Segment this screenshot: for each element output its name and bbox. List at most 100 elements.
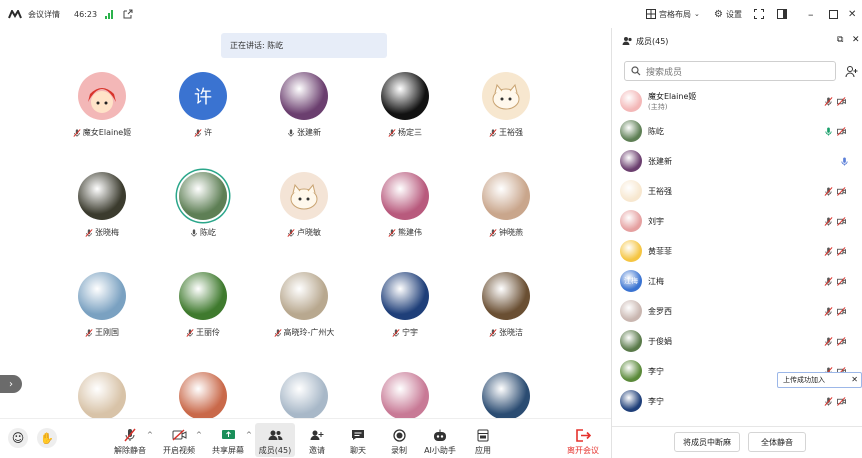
meeting-timer: 46:23	[74, 9, 98, 19]
panel-header: 成员(45) ⧉ ✕	[612, 28, 862, 54]
avatar	[381, 72, 429, 120]
participant-tile[interactable]: 王刚国	[52, 262, 152, 362]
participant-name-row: 卢晓敏	[254, 227, 354, 238]
member-row[interactable]: 李宁	[612, 386, 862, 416]
participant-tile[interactable]: 熊建伟	[355, 162, 455, 262]
participant-tile[interactable]: 王丽伶	[153, 262, 253, 362]
close-icon: ✕	[848, 8, 857, 20]
member-row[interactable]: 金罗西	[612, 296, 862, 326]
mic-off-icon	[194, 128, 202, 137]
member-row[interactable]: 黄菲菲	[612, 236, 862, 266]
upload-toast: 上传成功加入 ✕	[777, 372, 862, 388]
member-name: 李宁	[648, 397, 664, 406]
maximize-button[interactable]	[829, 8, 838, 20]
participant-tile[interactable]: 张晓洁	[456, 262, 556, 362]
settings-button[interactable]: ⚙ 设置	[714, 8, 742, 20]
grid-layout-icon	[646, 9, 656, 19]
member-name: 李宁	[648, 367, 664, 376]
record-label: 录制	[391, 446, 407, 455]
participant-tile[interactable]: 高晓玲-广州大	[254, 262, 354, 362]
participant-tile[interactable]: 卢晓敏	[254, 162, 354, 262]
minimize-icon: –	[808, 7, 814, 21]
participant-tile[interactable]: 宁宇	[355, 262, 455, 362]
member-name: 于俊娟	[648, 337, 672, 346]
meeting-info-link[interactable]: 会议详情	[28, 9, 60, 20]
mic-off-icon	[489, 328, 497, 337]
ai-label: AI小助手	[424, 446, 456, 455]
add-user-icon[interactable]	[845, 65, 858, 78]
mic-off-icon	[85, 228, 93, 237]
member-row[interactable]: 于俊娟	[612, 326, 862, 356]
emoji-button[interactable]: ☺	[8, 428, 28, 448]
apps-button[interactable]: 应用	[467, 423, 499, 457]
avatar	[179, 172, 227, 220]
avatar: 许	[179, 72, 227, 120]
invite-label: 邀请	[309, 446, 325, 455]
participant-tile[interactable]: 许许	[153, 62, 253, 162]
member-row[interactable]: 江梅 江梅	[612, 266, 862, 296]
member-name: 魔女Elaine姬	[648, 92, 697, 101]
participant-tile[interactable]: 王裕强	[456, 62, 556, 162]
participant-tile[interactable]: 张晓梅	[52, 162, 152, 262]
close-icon[interactable]: ✕	[852, 35, 860, 45]
participant-name: 王刚国	[95, 328, 119, 337]
member-row[interactable]: 魔女Elaine姬 (主持)	[612, 86, 862, 116]
member-row[interactable]: 张建新	[612, 146, 862, 176]
layout-label: 宫格布局	[659, 9, 691, 19]
mic-off-icon	[85, 328, 93, 337]
members-label: 成员(45)	[258, 446, 292, 455]
participant-tile[interactable]	[153, 362, 253, 418]
collapse-toggle[interactable]: ›	[0, 375, 22, 393]
share-screen-icon	[220, 427, 236, 443]
close-icon[interactable]: ✕	[851, 375, 858, 384]
participant-tile[interactable]	[254, 362, 354, 418]
search-input[interactable]: 搜索成员	[646, 65, 682, 78]
chat-button[interactable]: 聊天	[342, 423, 374, 457]
panel-footer: 将成员中断麻 全体静音	[612, 426, 862, 458]
chevron-up-icon[interactable]: ^	[147, 431, 153, 439]
external-link-icon[interactable]	[123, 9, 133, 19]
raise-hand-button[interactable]: ✋	[37, 428, 57, 448]
mic-off-icon	[73, 128, 81, 137]
ai-assistant-button[interactable]: AI小助手	[420, 423, 460, 457]
member-row[interactable]: 王裕强	[612, 176, 862, 206]
speaking-indicator: 正在讲话: 陈屹	[221, 33, 387, 58]
sidebar-icon	[777, 9, 787, 19]
mic-icon	[191, 228, 197, 237]
share-screen-button[interactable]: 共享屏幕	[210, 423, 246, 457]
member-role: (主持)	[648, 103, 668, 111]
video-button[interactable]: 开启视频	[161, 423, 197, 457]
ai-robot-icon	[432, 427, 448, 443]
leave-meeting-button[interactable]: 离开会议	[563, 423, 603, 457]
minimize-button[interactable]: –	[808, 7, 814, 21]
participant-tile[interactable]: 张建新	[254, 62, 354, 162]
participant-tile[interactable]: 陈屹	[153, 162, 253, 262]
chevron-up-icon[interactable]: ^	[246, 431, 252, 439]
close-button[interactable]: ✕	[848, 8, 856, 20]
mute-on-join-button[interactable]: 将成员中断麻	[674, 432, 740, 452]
popout-icon[interactable]: ⧉	[837, 35, 843, 45]
member-name: 金罗西	[648, 307, 672, 316]
sidebar-toggle-button[interactable]	[777, 8, 787, 20]
unmute-button[interactable]: 解除静音	[112, 423, 148, 457]
record-button[interactable]: 录制	[383, 423, 415, 457]
avatar	[280, 172, 328, 220]
add-user-icon	[309, 427, 325, 443]
mute-all-button[interactable]: 全体静音	[748, 432, 806, 452]
participant-tile[interactable]	[456, 362, 556, 418]
participant-tile[interactable]	[52, 362, 152, 418]
chevron-up-icon[interactable]: ^	[196, 431, 202, 439]
layout-menu[interactable]: 宫格布局 ⌄	[646, 8, 700, 20]
participant-tile[interactable]: 杨定三	[355, 62, 455, 162]
mic-off-icon	[186, 328, 194, 337]
participant-tile[interactable]: 魔女Elaine姬	[52, 62, 152, 162]
member-row[interactable]: 刘宇	[612, 206, 862, 236]
invite-button[interactable]: 邀请	[301, 423, 333, 457]
participant-tile[interactable]: 钟晓燕	[456, 162, 556, 262]
participant-tile[interactable]	[355, 362, 455, 418]
members-button[interactable]: 成员(45)	[255, 423, 295, 457]
mic-off-icon	[824, 187, 833, 196]
member-search[interactable]: 搜索成员	[624, 61, 836, 81]
fullscreen-button[interactable]	[754, 8, 764, 20]
member-row[interactable]: 陈屹	[612, 116, 862, 146]
